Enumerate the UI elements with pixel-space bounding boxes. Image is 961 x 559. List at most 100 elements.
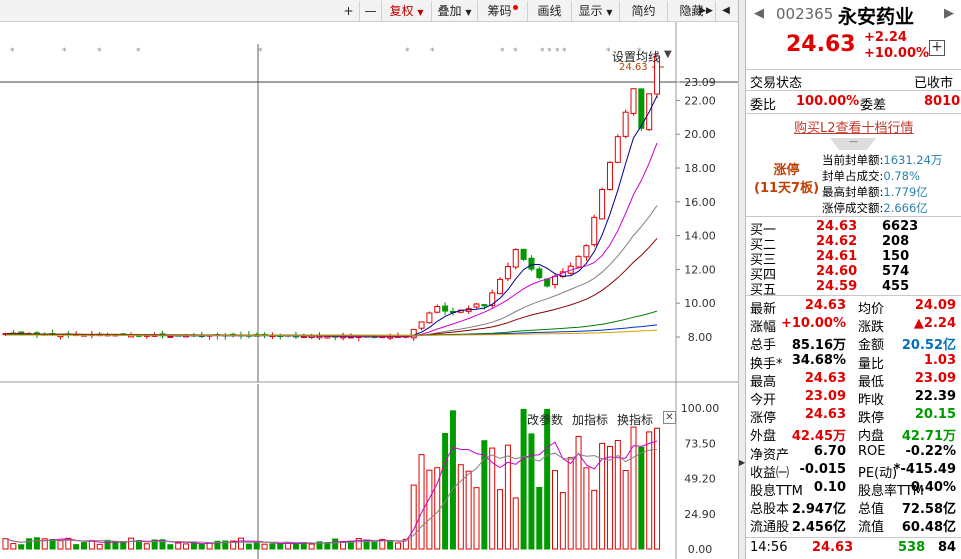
volume-bar bbox=[308, 543, 315, 550]
quote-label: 内盘 bbox=[858, 429, 885, 445]
volume-bar bbox=[49, 538, 56, 550]
chart-toolbar: + — 复权 ▼ 叠加 ▼ 筹码 画线 显示 ▼ 简约 隐藏 ▶▶ ◀ bbox=[0, 0, 738, 22]
divider bbox=[746, 216, 961, 217]
quote-row: 今开 23.09 昨收 22.39 bbox=[750, 389, 958, 408]
seal-row: 当前封单额:1631.24万 bbox=[822, 153, 943, 167]
moving-average-line bbox=[5, 205, 658, 337]
overlay-button[interactable]: 叠加 ▼ bbox=[432, 1, 478, 21]
volume-bar bbox=[473, 487, 480, 550]
limit-up-badge: 涨停 (11天7板) bbox=[754, 162, 819, 198]
volume-bar bbox=[104, 539, 111, 550]
quote-label: 金额 bbox=[858, 338, 885, 354]
volume-bar bbox=[292, 543, 299, 550]
volume-axis-label: 100.00 bbox=[681, 402, 720, 415]
l2-purchase-link[interactable]: 购买L2查看十档行情 bbox=[794, 117, 914, 136]
quote-label: 涨停 bbox=[750, 411, 777, 427]
candle-body bbox=[614, 136, 621, 163]
chips-button[interactable]: 筹码 bbox=[478, 1, 528, 21]
trade-status-label: 交易状态 bbox=[750, 76, 803, 91]
volume-axis-label: 49.20 bbox=[684, 473, 716, 486]
add-watchlist-button[interactable]: + bbox=[929, 40, 945, 56]
notification-dot-icon bbox=[512, 5, 518, 10]
panel-splitter[interactable] bbox=[738, 0, 746, 559]
candle-body bbox=[434, 305, 441, 313]
zoom-in-button[interactable]: + bbox=[338, 1, 360, 21]
volume-bar bbox=[57, 540, 64, 550]
price-axis-label: 14.00 bbox=[684, 230, 716, 243]
quote-value: 42.45万 bbox=[791, 429, 846, 445]
order-volume: 150 bbox=[882, 249, 910, 264]
volume-axis-label: 0.00 bbox=[688, 543, 713, 556]
quote-label: 总值 bbox=[858, 502, 885, 518]
candle-body bbox=[536, 268, 543, 279]
volume-bar bbox=[269, 543, 276, 550]
weibi-value: 100.00% bbox=[796, 94, 860, 109]
quote-value: 20.52亿 bbox=[901, 338, 956, 354]
fuquan-button[interactable]: 复权 ▼ bbox=[382, 1, 432, 21]
tick-price: 24.63 bbox=[812, 540, 854, 555]
quote-label: 今开 bbox=[750, 393, 777, 408]
volume-bar bbox=[497, 489, 504, 550]
dropdown-icon: ▼ bbox=[417, 8, 424, 17]
quote-value: -0.22% bbox=[905, 443, 957, 459]
event-marker-icon: * bbox=[606, 47, 611, 57]
quote-value: 1.03 bbox=[923, 352, 956, 368]
draw-line-button[interactable]: 画线 bbox=[528, 1, 572, 21]
kline-chart[interactable]: 23.09 22.00 20.00 18.00 16.00 14.00 12.00 10.00… bbox=[0, 22, 738, 559]
quote-value: *-415.49 bbox=[893, 461, 956, 477]
close-icon[interactable]: ✕ bbox=[663, 411, 676, 424]
volume-bar bbox=[73, 544, 80, 550]
quote-row: 流通股 2.456亿 流值 60.48亿 bbox=[750, 516, 958, 536]
candle-body bbox=[552, 275, 558, 286]
volume-bar bbox=[591, 489, 598, 550]
quote-value: 2.456亿 bbox=[791, 520, 846, 536]
collapse-icon[interactable]: ◀ bbox=[716, 1, 736, 21]
quote-label: 外盘 bbox=[750, 429, 777, 445]
prev-stock-icon[interactable]: ◀ bbox=[754, 6, 764, 21]
add-indicator-button[interactable]: 加指标 bbox=[572, 411, 608, 428]
l2-expand-tab[interactable]: — bbox=[830, 138, 876, 150]
next-stock-icon[interactable]: ▶ bbox=[944, 6, 954, 21]
candle-body bbox=[583, 245, 590, 258]
volume-bar bbox=[536, 486, 543, 550]
event-marker-icon: * bbox=[562, 47, 567, 57]
display-button[interactable]: 显示 ▼ bbox=[572, 1, 620, 21]
volume-bar bbox=[261, 543, 268, 550]
chart-area[interactable]: 23.09 22.00 20.00 18.00 16.00 14.00 12.00 10.00… bbox=[0, 22, 738, 559]
quote-value: 0.40% bbox=[910, 480, 956, 495]
quote-label: 涨跌 bbox=[858, 320, 885, 336]
candle-body bbox=[544, 278, 551, 287]
quote-row: 股息TTM 0.10 股息率TTM 0.40% bbox=[750, 480, 958, 499]
volume-bar bbox=[183, 543, 190, 550]
volume-bar bbox=[410, 484, 417, 550]
volume-bar bbox=[81, 542, 87, 550]
quote-value: +10.00% bbox=[780, 316, 846, 332]
edit-params-button[interactable]: 改参数 bbox=[527, 411, 563, 428]
volume-bar bbox=[387, 540, 394, 550]
quote-value: 42.71万 bbox=[901, 429, 956, 445]
more-icon[interactable]: ▶▶ bbox=[699, 1, 713, 21]
order-volume: 208 bbox=[882, 234, 910, 249]
order-volume: 574 bbox=[882, 264, 910, 279]
candle-body bbox=[426, 312, 433, 324]
expand-arrow-icon[interactable]: ▶ bbox=[739, 458, 745, 467]
fuquan-label: 复权 bbox=[389, 4, 414, 18]
change-indicator-button[interactable]: 换指标 bbox=[617, 411, 653, 428]
price-axis-label: 16.00 bbox=[684, 196, 716, 209]
display-label: 显示 bbox=[578, 4, 603, 18]
event-marker-icon: * bbox=[513, 47, 518, 57]
divider bbox=[746, 295, 961, 296]
quote-label: 总手 bbox=[750, 338, 777, 354]
price-axis-label: 20.00 bbox=[684, 128, 716, 141]
zoom-out-button[interactable]: — bbox=[360, 1, 382, 21]
ma-setting-button[interactable]: 设置均线 bbox=[612, 48, 660, 65]
quote-value: 34.68% bbox=[791, 352, 846, 368]
limit-up-title: 涨停 bbox=[773, 163, 800, 178]
event-marker-icon: * bbox=[62, 47, 67, 57]
candle-body bbox=[497, 278, 504, 295]
volume-bar bbox=[2, 538, 9, 550]
order-price: 24.62 bbox=[816, 234, 858, 249]
quote-label: 流值 bbox=[858, 520, 885, 536]
simple-button[interactable]: 简约 bbox=[620, 1, 668, 21]
volume-bar bbox=[198, 543, 205, 550]
